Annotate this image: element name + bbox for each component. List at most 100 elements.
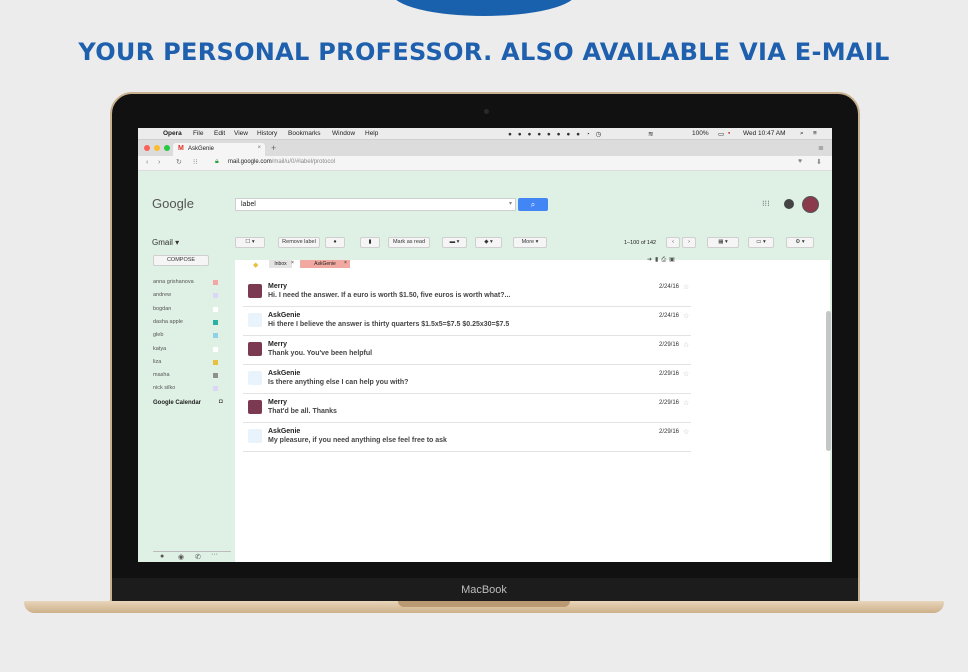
email-snippet: Thank you. You've been helpful [268,350,373,357]
zoom-window-button[interactable] [164,145,170,151]
menu-history[interactable]: History [257,130,277,137]
google-logo[interactable]: Google [152,196,194,211]
email-row[interactable]: Merry Thank you. You've been helpful 2/29/… [243,336,691,365]
minimize-window-button[interactable] [154,145,160,151]
star-icon[interactable]: ☆ [683,428,689,436]
star-icon[interactable]: ☆ [683,341,689,349]
list-icon[interactable]: ≡ [813,130,817,137]
download-icon[interactable]: ⬇ [816,158,822,166]
thread-actions-icons[interactable]: ➜▮⎙▣ [647,256,678,264]
google-calendar-label[interactable]: Google Calendar [153,400,201,406]
battery-icon[interactable]: ▭ [718,130,724,138]
search-button[interactable]: ⌕ [518,198,548,211]
avatar[interactable] [802,196,819,213]
calendar-toggle-icon[interactable]: ◘ [219,399,223,405]
camera [484,109,489,114]
reload-icon[interactable]: ↻ [176,158,182,166]
label-color-swatch[interactable] [213,359,218,365]
scrollbar[interactable] [826,311,831,451]
wifi-icon[interactable]: ≋ [648,130,653,138]
sidebar-item-label[interactable]: masha [153,372,170,378]
density-button[interactable]: ▦ ▾ [707,237,739,248]
new-tab-button[interactable]: + [271,143,276,153]
move-to-icon[interactable]: ▬ ▾ [442,237,467,248]
email-row[interactable]: AskGenie Hi there I believe the answer is… [243,307,691,336]
sidebar-item-label[interactable]: dasha apple [153,319,183,325]
email-sender: Merry [268,341,288,348]
phone-icon[interactable]: ✆ [195,553,201,561]
sender-avatar [248,429,262,443]
star-icon[interactable]: ☆ [683,283,689,291]
menu-window[interactable]: Window [332,130,355,137]
hangouts-icon[interactable]: ◉ [178,553,184,561]
label-color-swatch[interactable] [213,346,218,352]
search-options-icon[interactable]: ▾ [509,200,512,207]
tab-menu-icon[interactable]: ≣ [818,144,824,152]
sidebar-item-label[interactable]: bogdan [153,306,171,312]
label-color-swatch[interactable] [213,333,218,339]
forward-icon[interactable]: › [158,159,160,166]
remove-inbox-chip-icon[interactable]: × [291,260,294,266]
browser-tab[interactable]: M AskGenie × [173,143,265,156]
sidebar-item-label[interactable]: anna grishanova [153,279,194,285]
prev-page-button[interactable]: ‹ [666,237,680,248]
delete-icon[interactable]: ▮ [360,237,380,248]
label-color-swatch[interactable] [213,306,218,312]
sidebar-item-label[interactable]: gleb [153,332,163,338]
menu-app[interactable]: Opera [163,130,182,137]
gmail-menu[interactable]: Gmail ▾ [152,238,179,247]
url-field[interactable]: mail.google.com/mail/u/0/#label/protocol [228,159,335,165]
speed-dial-icon[interactable]: ⁝⁝ [193,158,197,166]
menu-help[interactable]: Help [365,130,378,137]
remove-askgenie-chip-icon[interactable]: × [344,260,347,266]
menu-edit[interactable]: Edit [214,130,225,137]
more-icon[interactable]: ··· [211,551,218,558]
email-row[interactable]: Merry Hi. I need the answer. If a euro is… [243,278,691,307]
email-row[interactable]: AskGenie Is there anything else I can hel… [243,365,691,394]
label-color-swatch[interactable] [213,280,218,285]
label-color-swatch[interactable] [213,319,218,325]
laptop-notch [398,601,570,607]
menu-bookmarks[interactable]: Bookmarks [288,130,321,137]
sidebar-item-label[interactable]: katya [153,346,166,352]
label-color-swatch[interactable] [213,293,218,299]
filter-chip-askgenie[interactable]: AskGenie [300,260,350,268]
heart-icon[interactable]: ♥ [798,158,802,165]
search-input[interactable]: label ▾ [235,198,516,211]
sidebar-item-label[interactable]: andrew [153,292,171,298]
label-color-swatch[interactable] [213,373,218,379]
sidebar-item-label[interactable]: liza [153,359,161,365]
email-sender: AskGenie [268,370,301,377]
filter-chip-inbox[interactable]: Inbox [269,260,292,268]
status-icons[interactable]: ● ● ● ● ● ● ● ● ◔ ◷ [508,130,603,138]
back-icon[interactable]: ‹ [146,159,148,166]
more-button[interactable]: More ▾ [513,237,547,248]
next-page-button[interactable]: › [682,237,696,248]
sidebar-item-label[interactable]: nick silko [153,385,175,391]
email-row[interactable]: Merry That'd be all. Thanks 2/29/16 ☆ [243,394,691,423]
input-tools-button[interactable]: ▭ ▾ [748,237,774,248]
label-color-swatch[interactable] [213,386,218,392]
flag-icon[interactable]: ▪ [728,130,730,137]
star-icon[interactable]: ☆ [683,370,689,378]
search-icon[interactable]: ⌕ [800,130,804,138]
compose-button[interactable]: COMPOSE [153,255,209,266]
search-value: label [241,201,256,208]
star-icon[interactable]: ☆ [683,312,689,320]
menu-file[interactable]: File [193,130,203,137]
report-spam-icon[interactable]: ● [325,237,345,248]
close-window-button[interactable] [144,145,150,151]
mark-as-read-button[interactable]: Mark as read [388,237,430,248]
select-checkbox[interactable]: ☐ ▾ [235,237,265,248]
star-icon[interactable]: ☆ [683,399,689,407]
menu-view[interactable]: View [234,130,248,137]
labels-icon[interactable]: ◆ ▾ [475,237,502,248]
close-tab-icon[interactable]: × [257,145,261,151]
screen: Opera File Edit View History Bookmarks W… [138,128,832,562]
contacts-icon[interactable]: ● [160,553,164,560]
notifications-icon[interactable] [784,199,794,209]
email-row[interactable]: AskGenie My pleasure, if you need anythin… [243,423,691,452]
remove-label-button[interactable]: Remove label [278,237,320,248]
apps-icon[interactable]: ⁝⁝⁝ [762,199,770,208]
settings-button[interactable]: ⚙ ▾ [786,237,814,248]
